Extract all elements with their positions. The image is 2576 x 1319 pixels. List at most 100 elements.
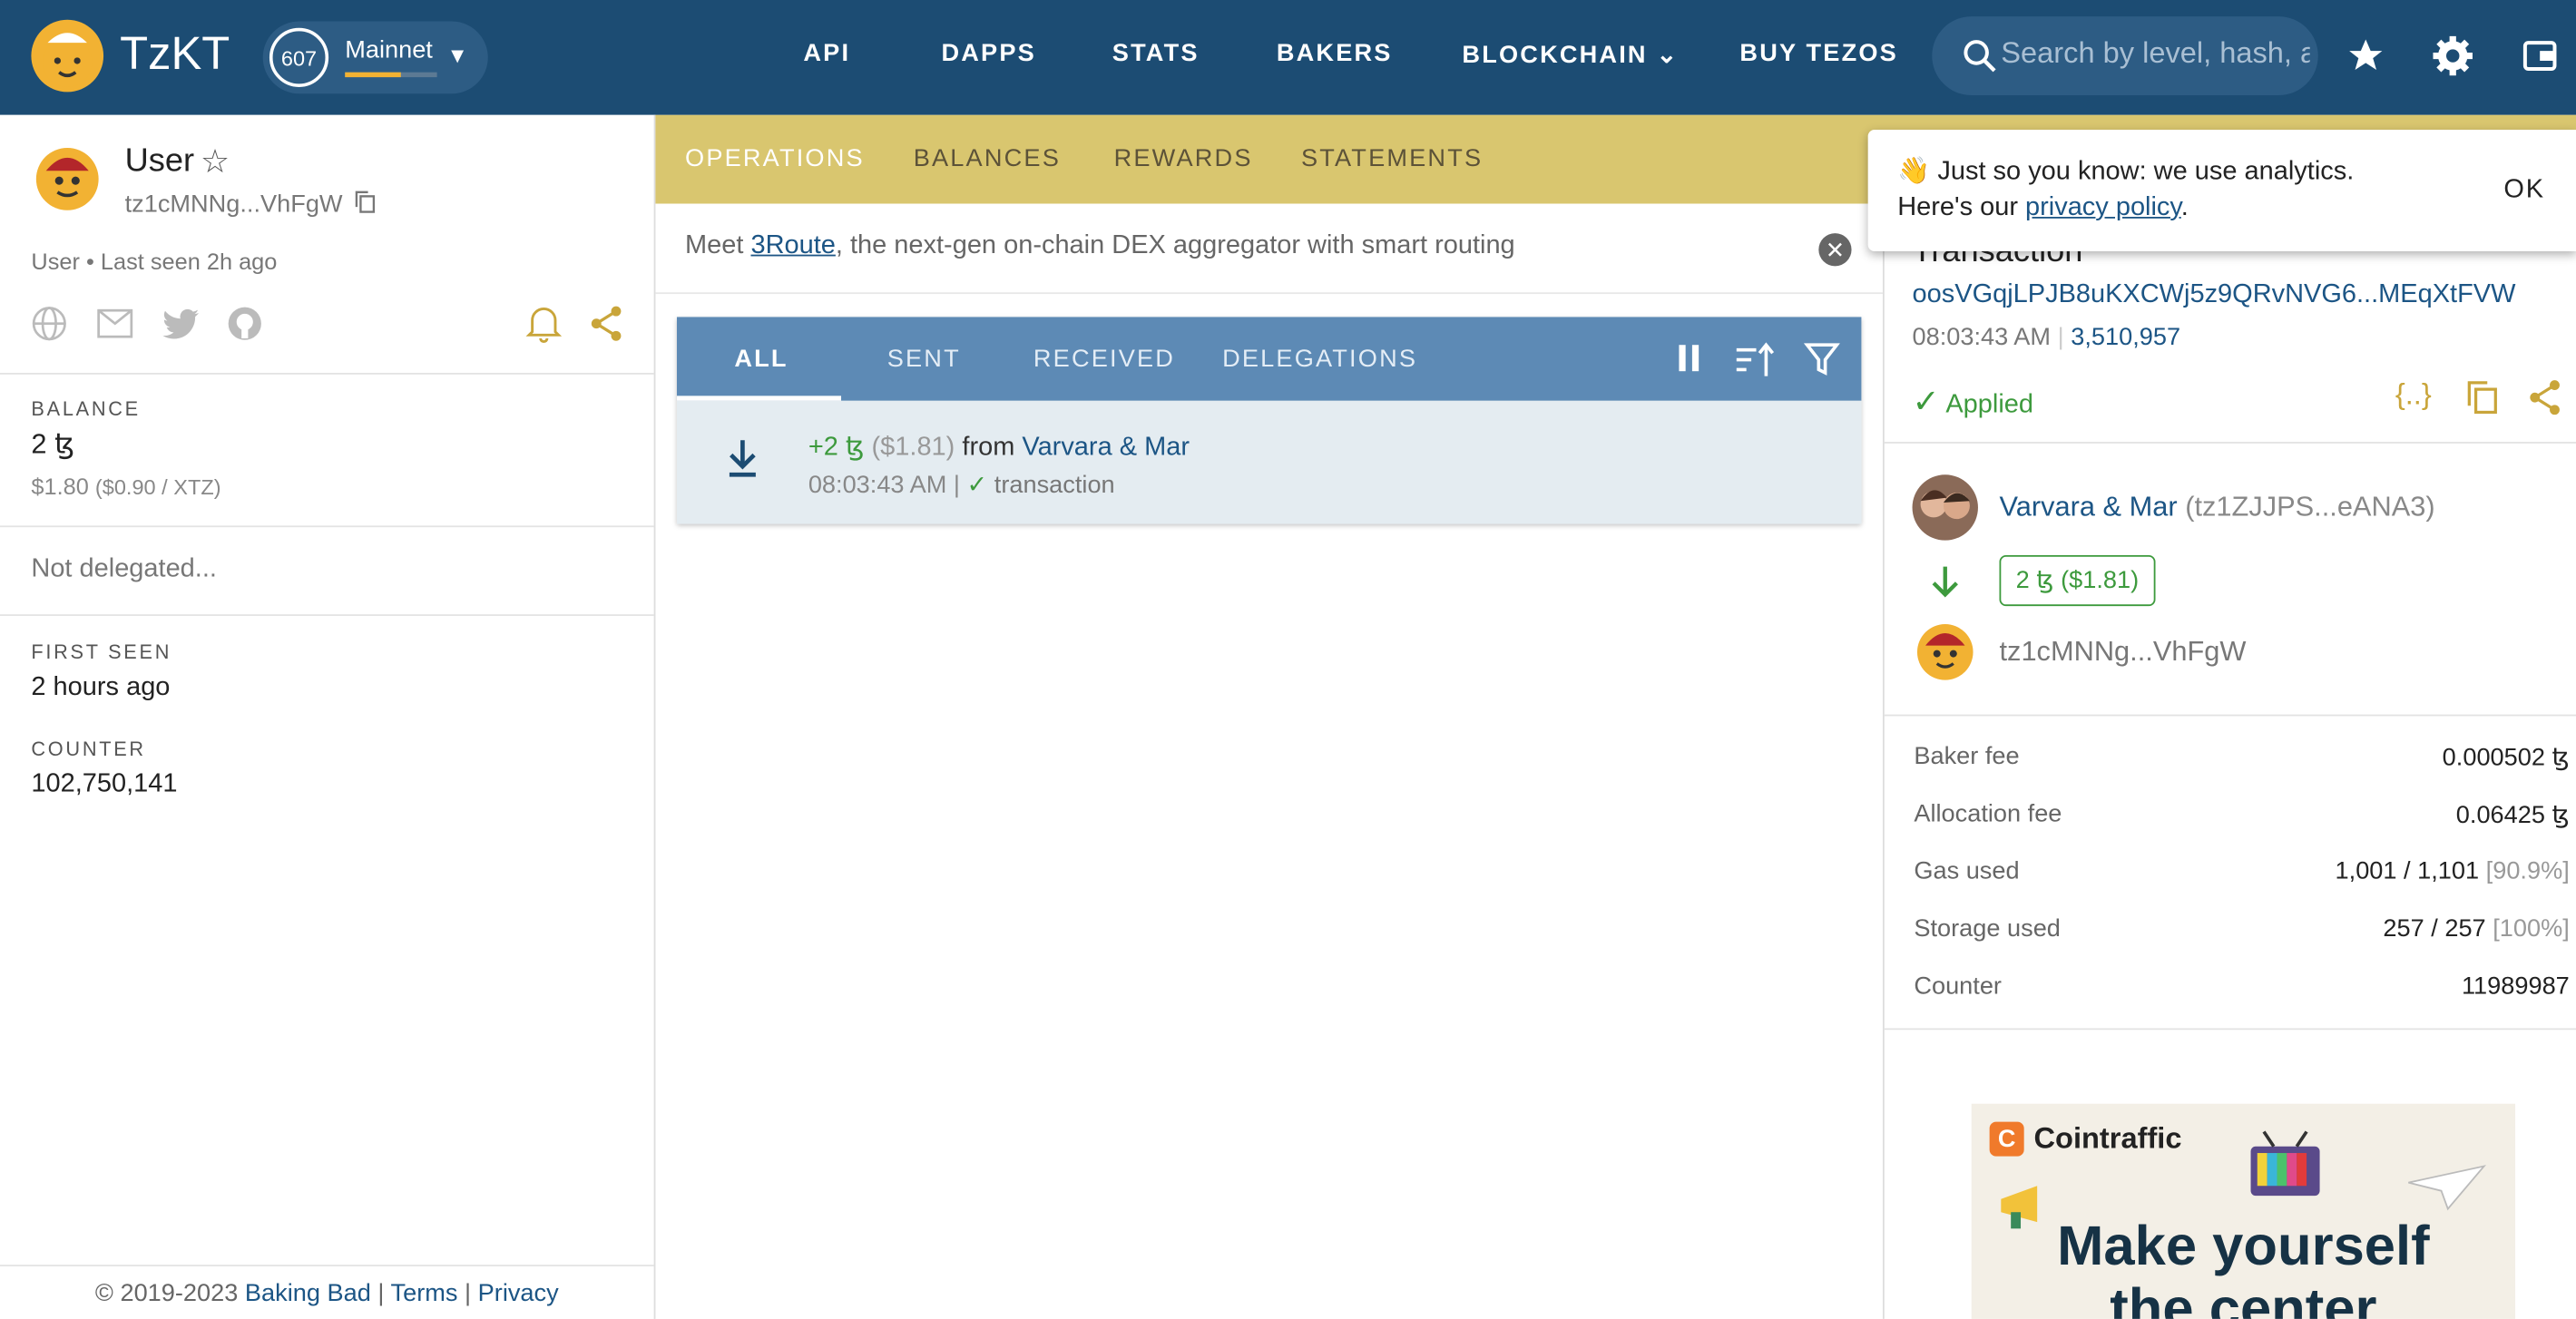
nav-dapps[interactable]: DAPPS xyxy=(941,39,1035,67)
privacy-prefix: Here's our xyxy=(1897,193,2026,222)
search-input[interactable] xyxy=(2001,35,2310,71)
tab-balances[interactable]: BALANCES xyxy=(914,144,1061,172)
sort-icon[interactable] xyxy=(1735,342,1775,386)
block-level-link[interactable]: 3,510,957 xyxy=(2071,324,2180,352)
brand-name[interactable]: TzKT xyxy=(120,28,230,81)
sender-address: (tz1ZJJPS...eANA3) xyxy=(2185,491,2435,523)
copy-icon[interactable] xyxy=(355,191,377,213)
receiver-address[interactable]: tz1cMNNg...VhFgW xyxy=(2000,636,2247,669)
xtz-rate: ($0.90 / XTZ) xyxy=(94,474,221,500)
nav-api[interactable]: API xyxy=(803,39,850,67)
copy-icon[interactable] xyxy=(2466,379,2499,424)
search-icon xyxy=(1964,40,1996,73)
ad-headline: Make yourself the center xyxy=(1972,1216,2515,1319)
account-avatar xyxy=(35,147,99,210)
first-seen-label: FIRST SEEN xyxy=(31,640,172,664)
amount-badge: 2 ꜩ ($1.81) xyxy=(1999,554,2156,607)
nav-buy-tezos[interactable]: BUY TEZOS xyxy=(1739,39,1897,67)
transaction-hash[interactable]: oosVGqjLPJB8uKXCWj5z9QRvNVG6...MEqXtFVW xyxy=(1913,281,2516,311)
search-box[interactable] xyxy=(1932,16,2318,96)
gas-percent: [90.9%] xyxy=(2485,857,2570,885)
storage-value: 257 / 257 xyxy=(2383,914,2486,943)
twitter-icon[interactable] xyxy=(161,308,200,349)
tzkt-logo-icon[interactable] xyxy=(31,19,104,93)
divider xyxy=(1884,714,2576,717)
nav-bakers[interactable]: BAKERS xyxy=(1277,39,1393,67)
nav-blockchain[interactable]: BLOCKCHAIN ⌄ xyxy=(1462,39,1679,69)
gas-value: 1,001 / 1,101 xyxy=(2335,857,2480,885)
tab-operations[interactable]: OPERATIONS xyxy=(685,144,865,172)
operation-sender-link[interactable]: Varvara & Mar xyxy=(1022,434,1190,462)
privacy-link[interactable]: Privacy xyxy=(478,1279,559,1307)
promo-link[interactable]: 3Route xyxy=(750,231,835,259)
subtab-delegations[interactable]: DELEGATIONS xyxy=(1222,345,1417,373)
favorite-star-icon[interactable]: ☆ xyxy=(201,142,230,182)
footer: © 2019-2023 Baking Bad | Terms | Privacy xyxy=(0,1279,654,1307)
chevron-down-icon: ▼ xyxy=(446,43,468,68)
promo-prefix: Meet xyxy=(685,231,751,260)
tab-statements[interactable]: STATEMENTS xyxy=(1301,144,1483,172)
email-icon[interactable] xyxy=(97,308,133,347)
ad-line-2: the center xyxy=(2110,1277,2377,1319)
copyright: © 2019-2023 xyxy=(94,1279,239,1308)
balance-usd-value: $1.80 xyxy=(31,473,89,500)
receiver-avatar xyxy=(1916,624,1974,680)
operations-filter-tabs: ALL SENT RECEIVED DELEGATIONS xyxy=(676,317,1862,401)
network-selector[interactable]: 607 Mainnet ▼ xyxy=(262,21,488,94)
terms-link[interactable]: Terms xyxy=(391,1279,458,1307)
pause-icon[interactable] xyxy=(1676,343,1702,381)
promo-text: Meet 3Route, the next-gen on-chain DEX a… xyxy=(685,231,1515,261)
subtab-all[interactable]: ALL xyxy=(734,345,788,373)
account-meta: User • Last seen 2h ago xyxy=(31,248,278,275)
transaction-time-level: 08:03:43 AM | 3,510,957 xyxy=(1912,323,2181,352)
star-icon[interactable] xyxy=(2343,33,2389,79)
download-arrow-icon xyxy=(726,437,759,488)
share-icon[interactable] xyxy=(588,304,624,352)
tab-rewards[interactable]: REWARDS xyxy=(1114,144,1253,172)
divider xyxy=(1884,442,2576,444)
gear-icon[interactable] xyxy=(2430,33,2476,79)
transaction-status: ✓ Applied xyxy=(1913,381,2033,422)
top-navbar: TzKT 607 Mainnet ▼ API DAPPS STATS BAKER… xyxy=(0,0,2576,115)
subtab-received[interactable]: RECEIVED xyxy=(1033,345,1175,373)
paper-plane-icon xyxy=(2405,1163,2488,1220)
network-name: Mainnet xyxy=(345,35,433,64)
github-icon[interactable] xyxy=(227,306,263,350)
filter-icon[interactable] xyxy=(1803,342,1840,386)
share-icon[interactable] xyxy=(2527,377,2563,425)
cointraffic-logo-icon: C xyxy=(1989,1121,2024,1157)
close-icon[interactable]: ✕ xyxy=(1818,233,1852,267)
ok-button[interactable]: OK xyxy=(2503,176,2544,206)
footer-separator: | xyxy=(465,1279,472,1308)
account-address[interactable]: tz1cMNNg...VhFgW xyxy=(125,191,343,219)
subtab-sent[interactable]: SENT xyxy=(887,345,961,373)
divider xyxy=(1884,1028,2576,1031)
arrow-down-icon xyxy=(1929,563,1962,608)
transaction-time: 08:03:43 AM xyxy=(1912,323,2052,352)
divider xyxy=(0,373,654,375)
sender-info: Varvara & Mar (tz1ZJJPS...eANA3) xyxy=(2000,491,2435,523)
wallet-icon[interactable] xyxy=(2517,33,2563,79)
delegation-status: Not delegated... xyxy=(31,554,217,583)
globe-icon[interactable] xyxy=(31,306,67,350)
privacy-policy-link[interactable]: privacy policy xyxy=(2025,194,2181,222)
cycle-progress xyxy=(345,72,437,78)
advertisement[interactable]: C Cointraffic Make yourself the center xyxy=(1971,1103,2516,1319)
bell-icon[interactable] xyxy=(525,304,563,352)
fee-label: Storage used xyxy=(1914,914,2061,943)
fee-label: Allocation fee xyxy=(1914,799,2062,828)
divider xyxy=(0,525,654,528)
divider xyxy=(0,614,654,616)
json-icon[interactable]: {..} xyxy=(2395,377,2432,412)
fee-value: 0.06425 ꜩ xyxy=(2455,801,2570,830)
company-link[interactable]: Baking Bad xyxy=(245,1279,371,1307)
transaction-details-panel: Transaction oosVGqjLPJB8uKXCWj5z9QRvNVG6… xyxy=(1882,203,2576,1319)
sender-name-link[interactable]: Varvara & Mar xyxy=(2000,491,2178,522)
operation-row[interactable]: +2 ꜩ ($1.81) from Varvara & Mar 08:03:43… xyxy=(676,400,1862,524)
operation-kind-link[interactable]: transaction xyxy=(994,472,1115,500)
wave-icon: 👋 xyxy=(1897,157,1931,186)
account-name: User xyxy=(124,142,195,180)
operations-card: ALL SENT RECEIVED DELEGATIONS +2 ꜩ ($1.8… xyxy=(676,317,1862,524)
fee-label: Baker fee xyxy=(1914,742,2020,771)
nav-stats[interactable]: STATS xyxy=(1112,39,1200,67)
